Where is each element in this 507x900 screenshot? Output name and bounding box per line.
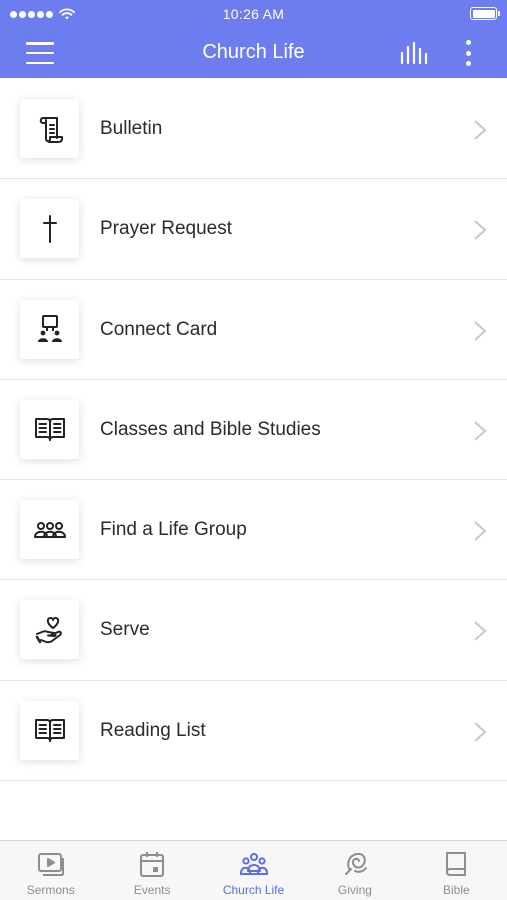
- icon-card: [20, 99, 79, 158]
- bible-book-icon: [446, 852, 467, 876]
- list-item-label: Connect Card: [100, 318, 218, 340]
- chevron-right-icon: [474, 320, 487, 341]
- church-life-list: Bulletin Prayer Request Connect Card Cla…: [0, 79, 507, 782]
- status-bar: 10:26 AM: [0, 0, 507, 28]
- chevron-right-icon: [474, 220, 487, 241]
- list-item-find-life-group[interactable]: Find a Life Group: [0, 480, 507, 581]
- status-time: 10:26 AM: [222, 6, 285, 22]
- giving-icon: [344, 852, 367, 875]
- open-book-icon: [34, 719, 65, 743]
- tab-label: Church Life: [222, 883, 285, 897]
- battery-icon: [470, 7, 500, 20]
- group-icon: [33, 521, 66, 538]
- list-item-prayer-request[interactable]: Prayer Request: [0, 179, 507, 280]
- icon-card: [20, 299, 79, 359]
- cross-icon: [42, 214, 57, 243]
- list-item-label: Bulletin: [100, 118, 163, 139]
- app-header: Church Life: [0, 28, 507, 78]
- tab-label: Sermons: [26, 883, 75, 897]
- tab-giving[interactable]: Giving: [304, 841, 405, 900]
- scroll-icon: [39, 116, 63, 143]
- calendar-icon: [140, 852, 165, 877]
- tab-sermons[interactable]: Sermons: [0, 841, 101, 900]
- open-book-icon: [34, 418, 65, 442]
- icon-card: [20, 199, 79, 259]
- chevron-right-icon: [474, 421, 487, 441]
- tab-label: Bible: [442, 883, 470, 897]
- list-item-serve[interactable]: Serve: [0, 580, 507, 681]
- icon-card: [20, 399, 79, 459]
- icon-card: [20, 600, 79, 660]
- tab-label: Giving: [337, 883, 372, 897]
- list-item-label: Find a Life Group: [100, 519, 247, 541]
- icon-card: [20, 700, 79, 760]
- audio-levels-icon[interactable]: [399, 41, 431, 65]
- list-item-bulletin[interactable]: Bulletin: [0, 79, 507, 180]
- list-item-label: Reading List: [100, 719, 206, 741]
- more-options-button[interactable]: [457, 39, 479, 67]
- chevron-right-icon: [474, 521, 487, 541]
- tab-bible[interactable]: Bible: [406, 841, 507, 900]
- bottom-tab-bar: Sermons Events Church Life Giving Bible: [0, 840, 507, 900]
- chevron-right-icon: [474, 120, 487, 140]
- tab-events[interactable]: Events: [101, 841, 202, 900]
- list-item-connect-card[interactable]: Connect Card: [0, 279, 507, 380]
- icon-card: [20, 500, 79, 560]
- sermons-video-icon: [37, 853, 64, 876]
- tab-church-life[interactable]: Church Life: [203, 841, 304, 900]
- list-item-reading-list[interactable]: Reading List: [0, 680, 507, 782]
- heart-hand-icon: [35, 616, 62, 644]
- chevron-right-icon: [474, 722, 487, 742]
- list-item-label: Classes and Bible Studies: [100, 418, 321, 440]
- list-item-label: Serve: [100, 619, 150, 641]
- connect-card-icon: [37, 315, 62, 343]
- tab-label: Events: [133, 883, 171, 897]
- chevron-right-icon: [474, 621, 487, 642]
- people-icon: [239, 853, 268, 875]
- list-item-classes-bible-studies[interactable]: Classes and Bible Studies: [0, 379, 507, 481]
- list-item-label: Prayer Request: [100, 218, 233, 240]
